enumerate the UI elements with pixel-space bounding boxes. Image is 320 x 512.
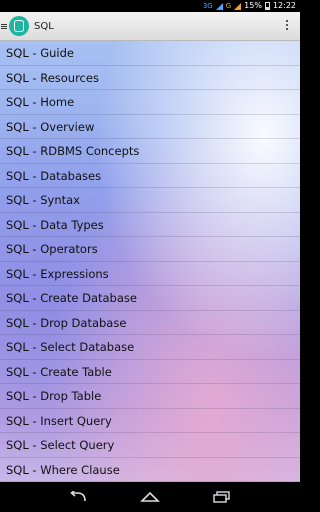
status-bar: 3G G 15% 12:22: [0, 0, 300, 12]
network-type-label: 3G: [202, 2, 213, 10]
back-icon[interactable]: [66, 488, 90, 506]
topic-list: SQL - Guide SQL - Resources SQL - Home SQL …: [0, 41, 300, 482]
navigation-bar: [0, 482, 300, 512]
second-signal-icon: [234, 2, 242, 10]
second-network-label: G: [225, 2, 232, 10]
list-item[interactable]: SQL - Data Types: [0, 213, 300, 237]
list-item[interactable]: SQL - Resources: [0, 66, 300, 90]
list-item[interactable]: SQL - Home: [0, 90, 300, 115]
battery-icon: [264, 2, 270, 10]
app-bar: SQL: [0, 12, 300, 41]
battery-percent: 15%: [244, 1, 262, 10]
list-item[interactable]: SQL - Create Database: [0, 286, 300, 311]
list-item[interactable]: SQL - Guide: [0, 41, 300, 66]
overflow-menu-icon[interactable]: [286, 20, 288, 30]
list-item[interactable]: SQL - Create Table: [0, 360, 300, 384]
list-item[interactable]: SQL - Drop Database: [0, 311, 300, 335]
list-item[interactable]: SQL - Insert Query: [0, 409, 300, 433]
list-item[interactable]: SQL - Operators: [0, 237, 300, 262]
home-icon[interactable]: [138, 488, 162, 506]
list-item[interactable]: SQL - Select Query: [0, 433, 300, 458]
list-item[interactable]: SQL - Select Database: [0, 335, 300, 360]
list-item[interactable]: SQL - Databases: [0, 164, 300, 188]
signal-icon: [215, 2, 223, 10]
list-item[interactable]: SQL - RDBMS Concepts: [0, 139, 300, 164]
app-title: SQL: [34, 20, 54, 32]
topic-list-container: SQL - Guide SQL - Resources SQL - Home SQL …: [0, 41, 300, 482]
list-item[interactable]: SQL - Where Clause: [0, 458, 300, 482]
database-logo-icon[interactable]: [9, 16, 29, 36]
clock: 12:22: [272, 1, 296, 10]
list-item[interactable]: SQL - Syntax: [0, 188, 300, 213]
menu-icon[interactable]: [1, 23, 7, 29]
recent-apps-icon[interactable]: [210, 488, 234, 506]
status-icons: 3G G 15% 12:22: [203, 0, 296, 12]
list-item[interactable]: SQL - Overview: [0, 115, 300, 139]
list-item[interactable]: SQL - Expressions: [0, 262, 300, 286]
list-item[interactable]: SQL - Drop Table: [0, 384, 300, 409]
